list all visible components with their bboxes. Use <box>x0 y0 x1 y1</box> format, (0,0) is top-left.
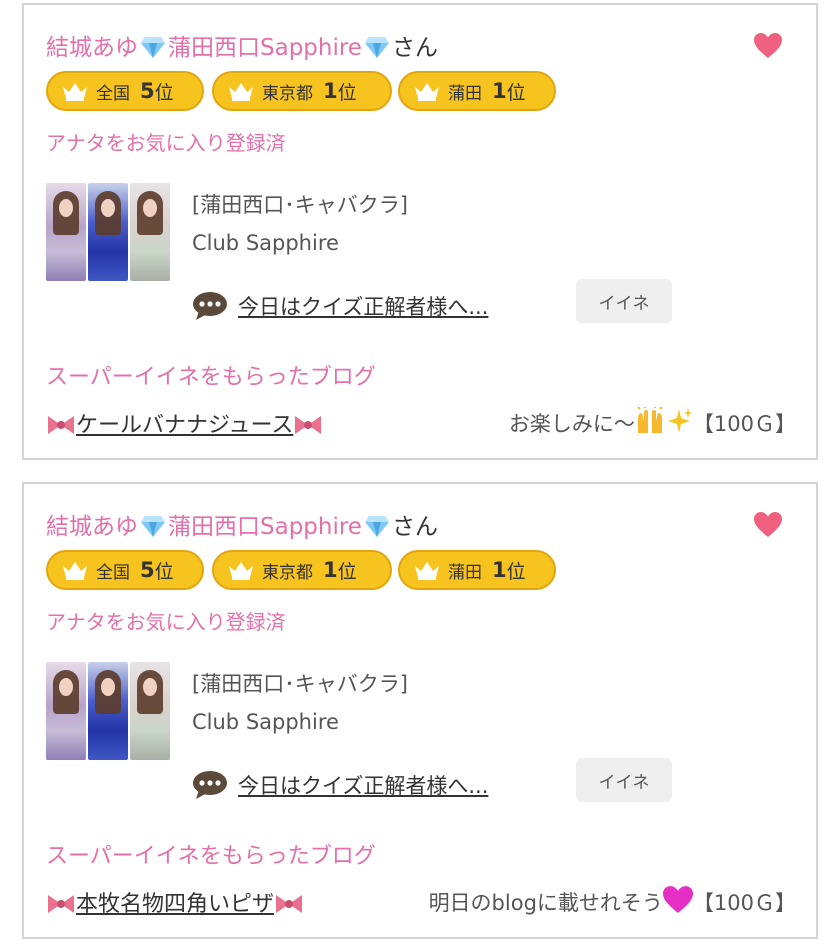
rank-badge-tokyo[interactable]: 東京都 1 位 <box>212 550 392 590</box>
diamond-icon <box>141 37 165 58</box>
favorite-card: 結城あゆ 蒲田西口Sapphire さん 全国 5 位 東京都 1 位 蒲田 1 位… <box>22 482 818 939</box>
cast-name[interactable]: 結城あゆ 蒲田西口Sapphire さん <box>46 33 438 63</box>
diamond-icon <box>364 37 389 58</box>
shop-category: [蒲田西口･キャバクラ] <box>192 193 408 217</box>
crown-icon <box>229 562 253 580</box>
crown-icon <box>63 83 87 101</box>
crown-icon <box>415 562 439 580</box>
rank-value: 1 <box>492 558 507 582</box>
rank-label: 全国 <box>96 562 130 583</box>
rank-unit: 位 <box>337 560 357 583</box>
rank-value: 1 <box>323 558 338 582</box>
cast-photo[interactable] <box>46 183 170 281</box>
pink-heart-icon <box>662 886 693 913</box>
rank-label: 東京都 <box>262 562 313 583</box>
shop-name[interactable]: Club Sapphire <box>192 231 339 255</box>
cast-shop-text: 蒲田西口Sapphire <box>168 35 362 61</box>
latest-post-link[interactable]: 今日はクイズ正解者様へ... <box>238 770 488 800</box>
rank-value: 5 <box>140 79 155 103</box>
cast-shop-text: 蒲田西口Sapphire <box>168 514 362 540</box>
heart-icon[interactable] <box>754 512 782 538</box>
blog-link[interactable]: 本牧名物四角いピザ <box>46 886 304 918</box>
blog-points: 【100Ｇ】 <box>692 412 796 436</box>
cast-name-text: 結城あゆ <box>46 35 138 61</box>
blog-points: 【100Ｇ】 <box>692 891 796 915</box>
blog-link[interactable]: ケールバナナジュース <box>46 407 323 439</box>
rank-label: 蒲田 <box>448 562 482 583</box>
cast-name-text: 結城あゆ <box>46 514 138 540</box>
rank-label: 蒲田 <box>448 83 482 104</box>
rank-unit: 位 <box>337 81 357 104</box>
blog-title: 本牧名物四角いピザ <box>76 892 275 917</box>
super-iine-heading: スーパーイイネをもらったブログ <box>46 365 376 390</box>
rank-badge-tokyo[interactable]: 東京都 1 位 <box>212 71 392 111</box>
ribbon-icon <box>48 895 74 913</box>
rank-label: 全国 <box>96 83 130 104</box>
rank-badge-kamata[interactable]: 蒲田 1 位 <box>398 550 556 590</box>
honorific: さん <box>391 514 438 540</box>
rank-unit: 位 <box>154 81 174 104</box>
blog-title: ケールバナナジュース <box>76 413 294 438</box>
favorite-status: アナタをお気に入り登録済 <box>46 610 286 634</box>
blog-comment: 明日のblogに載せれそう 【100Ｇ】 <box>429 886 796 917</box>
ribbon-icon <box>48 416 74 434</box>
super-iine-heading: スーパーイイネをもらったブログ <box>46 844 376 869</box>
ribbon-icon <box>295 416 322 434</box>
heart-icon[interactable] <box>754 33 782 59</box>
cast-name[interactable]: 結城あゆ 蒲田西口Sapphire さん <box>46 512 438 542</box>
sparkles-icon <box>667 408 692 433</box>
rank-value: 5 <box>140 558 155 582</box>
blog-comment-text: 明日のblogに載せれそう <box>428 891 663 915</box>
rank-label: 東京都 <box>262 83 313 104</box>
blog-comment-text: お楽しみに〜 <box>508 412 635 436</box>
shop-category: [蒲田西口･キャバクラ] <box>192 672 408 696</box>
rank-badge-kamata[interactable]: 蒲田 1 位 <box>398 71 556 111</box>
rank-unit: 位 <box>154 560 174 583</box>
latest-post-link[interactable]: 今日はクイズ正解者様へ... <box>238 291 488 321</box>
cast-photo[interactable] <box>46 662 170 760</box>
diamond-icon <box>141 516 165 537</box>
rank-unit: 位 <box>506 560 526 583</box>
honorific: さん <box>391 35 438 61</box>
crown-icon <box>415 83 439 101</box>
iine-button[interactable]: イイネ <box>576 758 672 802</box>
diamond-icon <box>364 516 389 537</box>
blog-comment: お楽しみに〜 【100Ｇ】 <box>509 407 796 438</box>
favorite-card: 結城あゆ 蒲田西口Sapphire さん 全国 5 位 東京都 1 位 蒲田 1 位… <box>22 3 818 460</box>
crown-icon <box>63 562 87 580</box>
rank-badge-national[interactable]: 全国 5 位 <box>46 71 204 111</box>
rank-badge-national[interactable]: 全国 5 位 <box>46 550 204 590</box>
iine-button[interactable]: イイネ <box>576 279 672 323</box>
rank-unit: 位 <box>506 81 526 104</box>
shop-name[interactable]: Club Sapphire <box>192 710 339 734</box>
rank-value: 1 <box>323 79 338 103</box>
rank-value: 1 <box>492 79 507 103</box>
favorite-status: アナタをお気に入り登録済 <box>46 131 286 155</box>
raised-hands-icon <box>637 407 663 433</box>
ribbon-icon <box>276 895 303 913</box>
speech-bubble-icon <box>193 771 227 799</box>
speech-bubble-icon <box>193 292 227 320</box>
crown-icon <box>229 83 253 101</box>
